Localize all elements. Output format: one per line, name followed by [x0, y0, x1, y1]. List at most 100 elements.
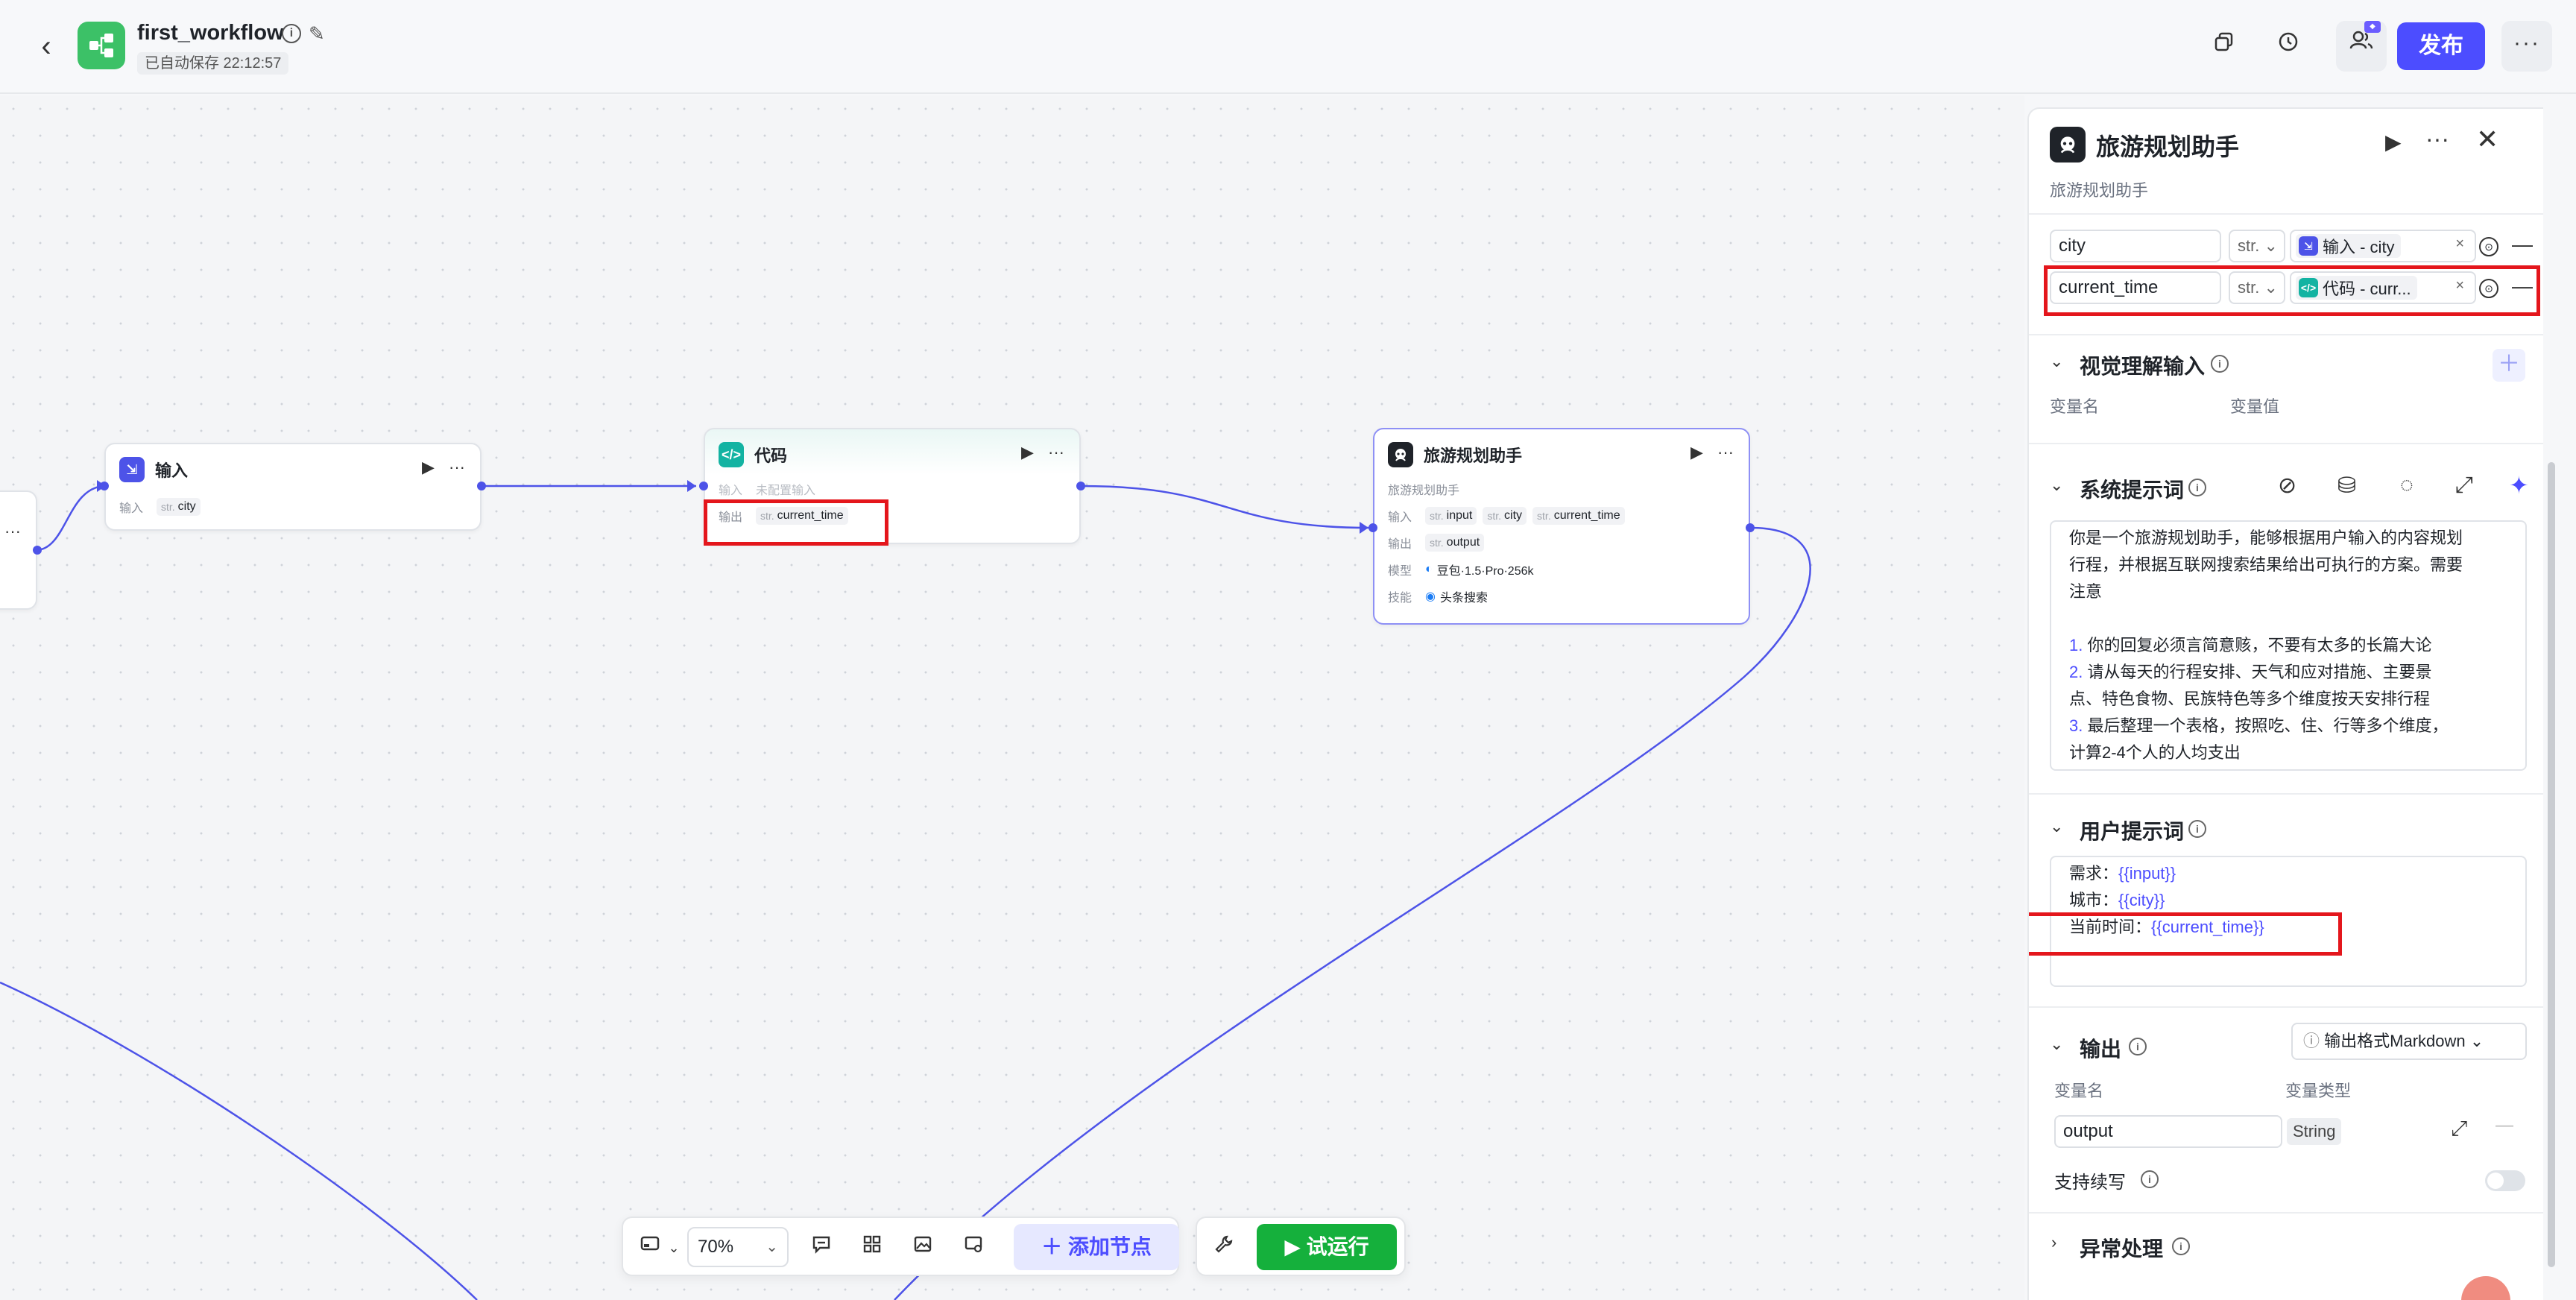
input-node-icon: ⇲: [119, 457, 145, 482]
output-type-tag: String: [2287, 1118, 2342, 1145]
layout-icon[interactable]: [856, 1231, 888, 1264]
collapse-chevron-icon[interactable]: ⌄: [2050, 352, 2063, 371]
output-port[interactable]: [33, 546, 42, 555]
collapse-chevron-icon[interactable]: ⌄: [2050, 476, 2063, 495]
run-node-icon[interactable]: ▶: [422, 458, 435, 477]
divider: [2029, 793, 2543, 795]
start-node-partial[interactable]: ···: [0, 490, 37, 610]
output-port[interactable]: [1076, 482, 1085, 490]
more-options-icon[interactable]: ···: [2501, 21, 2552, 72]
more-options-icon[interactable]: ···: [2425, 125, 2449, 153]
copy-icon[interactable]: [2208, 30, 2241, 63]
output-port[interactable]: [477, 482, 486, 490]
remove-row-icon[interactable]: —: [2496, 1115, 2513, 1136]
assistant-avatar[interactable]: [2461, 1276, 2510, 1300]
add-node-button[interactable]: ＋ 添加节点: [1014, 1224, 1179, 1270]
llm-node[interactable]: 旅游规划助手 ▶ ··· 旅游规划助手 输入 str. input str. cit…: [1373, 428, 1750, 625]
chevron-down-icon: ⌄: [765, 1239, 778, 1255]
canvas-toolbar: ⌄ 70% ⌄ ＋ 添加节点: [622, 1217, 1179, 1276]
comment-icon[interactable]: [805, 1231, 838, 1264]
history-icon[interactable]: [2272, 30, 2305, 63]
section-title: 输出: [2080, 1038, 2122, 1061]
lightbulb-icon[interactable]: ◌: [2400, 473, 2414, 498]
info-icon[interactable]: i: [2129, 1038, 2147, 1056]
expand-icon[interactable]: ⤢: [2455, 473, 2473, 498]
collapse-chevron-icon[interactable]: ⌄: [2050, 817, 2063, 836]
remove-row-icon[interactable]: —: [2512, 233, 2533, 256]
node-more-icon[interactable]: ···: [449, 458, 465, 477]
panel-subtitle[interactable]: 旅游规划助手: [2050, 177, 2148, 201]
param-name-input[interactable]: city: [2050, 230, 2221, 262]
ai-magic-icon[interactable]: ✦: [2509, 471, 2529, 499]
input-node[interactable]: ⇲ 输入 ▶ ··· 输入 str. city: [104, 443, 482, 531]
back-button[interactable]: ‹: [33, 30, 60, 63]
zoom-select[interactable]: 70% ⌄: [687, 1227, 789, 1267]
panel-scrollbar[interactable]: [2548, 462, 2555, 1267]
section-title: 系统提示词: [2080, 479, 2185, 502]
input-port[interactable]: [100, 482, 109, 490]
run-node-icon[interactable]: ▶: [1690, 443, 1703, 462]
run-node-icon[interactable]: ▶: [2385, 130, 2402, 154]
node-title: 输入: [155, 461, 189, 480]
info-icon[interactable]: i: [2188, 479, 2206, 496]
edge-bottom-left: [0, 981, 478, 1300]
code-node-icon: </>: [719, 442, 744, 467]
workflow-canvas[interactable]: ··· ⇲ 输入 ▶ ··· 输入 str. city </> 代码 ▶ ··· …: [0, 95, 2024, 1300]
screen-icon[interactable]: [957, 1231, 990, 1264]
publish-button[interactable]: 发布: [2397, 22, 2485, 70]
info-icon[interactable]: i: [2172, 1237, 2190, 1255]
title-info-icon[interactable]: i: [282, 24, 301, 43]
input-port[interactable]: [1368, 523, 1377, 532]
output-port[interactable]: [1746, 523, 1755, 532]
info-icon: ⓘ: [2303, 1032, 2320, 1050]
edit-title-icon[interactable]: ✎: [309, 22, 325, 45]
system-prompt-editor[interactable]: 你是一个旅游规划助手，能够根据用户输入的内容规划 行程，并根据互联网搜索结果给出…: [2050, 520, 2527, 771]
node-more-icon[interactable]: ···: [1048, 443, 1064, 462]
autosave-status: 已自动保存 22:12:57: [137, 52, 289, 75]
clear-icon[interactable]: ×: [2455, 236, 2464, 253]
chevron-down-icon: ⌄: [2264, 236, 2278, 255]
robot-icon: [2050, 127, 2086, 162]
add-vision-input-button[interactable]: ＋: [2493, 349, 2525, 382]
close-icon[interactable]: ✕: [2476, 124, 2498, 155]
node-more-icon[interactable]: ···: [4, 522, 21, 541]
row-label: 输出: [1388, 538, 1412, 551]
info-icon[interactable]: i: [2211, 355, 2229, 373]
compass-icon[interactable]: ⊘: [2278, 473, 2296, 499]
collapse-chevron-icon[interactable]: ⌄: [2050, 1035, 2063, 1054]
arrow-head: [687, 480, 696, 492]
param-type-select[interactable]: str. ⌄: [2229, 230, 2285, 262]
section-title: 异常处理: [2080, 1237, 2164, 1260]
variable-info-icon[interactable]: ⊙: [2479, 237, 2498, 256]
section-title: 视觉理解输入: [2080, 355, 2206, 378]
divider: [2029, 1006, 2543, 1008]
output-name-input[interactable]: output: [2054, 1115, 2282, 1148]
library-icon[interactable]: ⛁: [2337, 473, 2356, 499]
output-format-select[interactable]: ⓘ 输出格式Markdown ⌄: [2291, 1023, 2527, 1060]
info-icon[interactable]: i: [2141, 1170, 2159, 1188]
model-name: 豆包·1.5·Pro·256k: [1436, 565, 1534, 578]
panel-title[interactable]: 旅游规划助手: [2096, 128, 2239, 162]
wrench-icon[interactable]: [1208, 1231, 1240, 1264]
continue-writing-toggle[interactable]: [2485, 1170, 2525, 1191]
chevron-down-icon[interactable]: ⌄: [657, 1231, 690, 1264]
variable-chip: str. city: [157, 498, 201, 516]
node-title: 代码: [754, 447, 788, 465]
highlight-box: [2044, 265, 2540, 316]
image-icon[interactable]: [906, 1231, 939, 1264]
doubao-model-icon: ◐: [1425, 563, 1433, 575]
expand-icon[interactable]: ⤢: [2451, 1117, 2467, 1141]
divider: [2029, 1212, 2543, 1214]
input-port[interactable]: [699, 482, 708, 490]
node-more-icon[interactable]: ···: [1717, 443, 1734, 462]
test-run-button[interactable]: ▶ 试运行: [1257, 1224, 1397, 1270]
expand-chevron-icon[interactable]: ›: [2051, 1233, 2056, 1252]
info-icon[interactable]: i: [2188, 820, 2206, 838]
variable-chip: str. current_time: [1532, 507, 1625, 525]
run-node-icon[interactable]: ▶: [1021, 443, 1034, 462]
workflow-logo-icon: [78, 22, 125, 69]
param-ref-select[interactable]: ⇲ 输入 - city ×: [2290, 230, 2476, 262]
input-node-icon: ⇲: [2299, 236, 2318, 256]
row-label: 输入: [119, 502, 144, 515]
column-header: 变量类型: [2285, 1082, 2352, 1100]
